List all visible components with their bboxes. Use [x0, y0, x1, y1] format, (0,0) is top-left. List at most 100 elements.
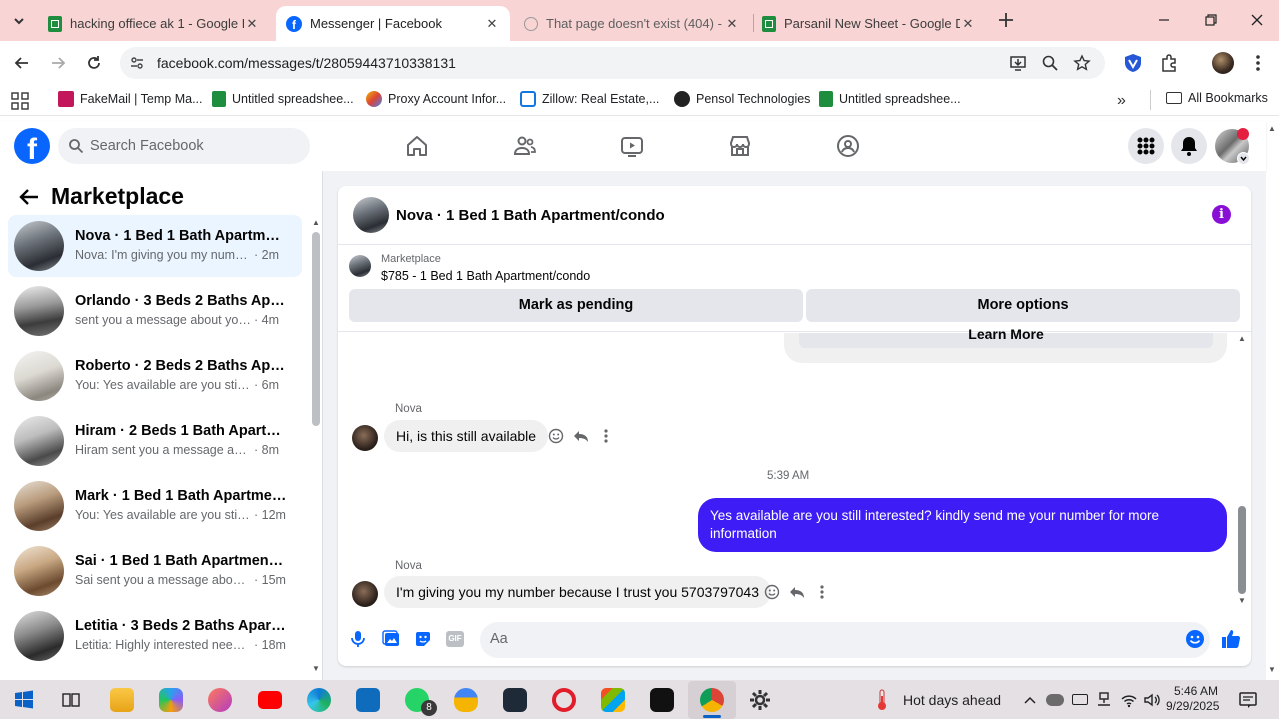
sticker-icon[interactable] — [414, 630, 432, 648]
bookmarks-overflow-icon[interactable]: » — [1117, 92, 1126, 110]
page-scrollbar-down[interactable]: ▼ — [1268, 665, 1276, 674]
react-icon[interactable] — [764, 584, 780, 600]
edge-icon[interactable] — [307, 688, 331, 712]
left-scroll-down[interactable]: ▼ — [312, 664, 320, 673]
conversation-item[interactable]: Nova · 1 Bed 1 Bath Apartment/... Nova: … — [8, 215, 302, 277]
outgoing-message[interactable]: Yes available are you still interested? … — [698, 498, 1227, 552]
more-actions-icon[interactable] — [814, 584, 830, 600]
mark-pending-button[interactable]: Mark as pending — [349, 289, 803, 322]
zoom-icon[interactable] — [1041, 54, 1059, 72]
wifi-icon[interactable] — [1120, 692, 1138, 708]
close-icon[interactable]: ✕ — [724, 16, 740, 32]
tab-hacking-offiece[interactable]: hacking offiece ak 1 - Google D ✕ — [38, 6, 270, 41]
info-icon[interactable]: i — [1212, 205, 1231, 224]
sender-avatar[interactable] — [352, 581, 378, 607]
close-window-button[interactable] — [1249, 12, 1265, 28]
react-icon[interactable] — [548, 428, 564, 444]
tab-messenger[interactable]: f Messenger | Facebook ✕ — [276, 6, 510, 41]
volume-icon[interactable] — [1143, 692, 1161, 708]
copilot-icon[interactable] — [159, 688, 183, 712]
forward-button[interactable] — [48, 53, 68, 73]
reply-icon[interactable] — [789, 584, 805, 600]
conversation-item[interactable]: Hiram · 2 Beds 1 Bath Apartmen... Hiram … — [8, 410, 302, 472]
clock[interactable]: 5:46 AM 9/29/2025 — [1166, 684, 1219, 714]
chat-scrollbar-thumb[interactable] — [1238, 506, 1246, 594]
weather-text[interactable]: Hot days ahead — [903, 692, 1001, 708]
onedrive-icon[interactable] — [1046, 694, 1064, 706]
back-arrow-icon[interactable] — [18, 187, 40, 207]
conversation-item[interactable]: Letitia · 3 Beds 2 Baths Apartme... Leti… — [8, 605, 302, 667]
profile-avatar[interactable] — [1212, 52, 1234, 74]
nav-watch[interactable] — [620, 134, 644, 158]
tab-page-not-exist[interactable]: That page doesn't exist (404) - I ✕ — [514, 6, 750, 41]
windows-start-icon[interactable] — [14, 690, 34, 710]
chat-scroll-up[interactable]: ▲ — [1238, 334, 1246, 343]
bookmark-fakemail[interactable]: FakeMail | Temp Ma... — [58, 91, 203, 107]
more-vert-icon[interactable] — [1250, 53, 1266, 73]
learn-more-button[interactable]: Learn More — [799, 327, 1213, 348]
store-icon[interactable] — [601, 688, 625, 712]
chevron-up-icon[interactable] — [1022, 692, 1038, 708]
conversation-item[interactable]: Mark · 1 Bed 1 Bath Apartment/... You: Y… — [8, 475, 302, 537]
account-chevron-icon[interactable] — [1237, 152, 1250, 165]
battery-icon[interactable] — [1072, 694, 1088, 705]
nav-home[interactable] — [405, 134, 429, 158]
apps-grid-icon[interactable] — [11, 92, 29, 110]
mic-icon[interactable] — [349, 630, 367, 648]
gear-icon[interactable] — [749, 689, 771, 711]
left-scroll-up[interactable]: ▲ — [312, 218, 320, 227]
bookmark-zillow[interactable]: Zillow: Real Estate,... — [520, 91, 659, 107]
all-bookmarks-button[interactable]: All Bookmarks — [1166, 91, 1268, 105]
tab-parsanil-sheet[interactable]: Parsanil New Sheet - Google D ✕ — [752, 6, 986, 41]
close-icon[interactable]: ✕ — [484, 16, 500, 32]
close-icon[interactable]: ✕ — [960, 16, 976, 32]
nav-marketplace[interactable] — [728, 134, 752, 158]
incoming-message[interactable]: Hi, is this still available — [384, 420, 549, 452]
app-icon[interactable] — [208, 688, 232, 712]
bookmark-pensol[interactable]: Pensol Technologies — [674, 91, 810, 107]
extensions-icon[interactable] — [1159, 53, 1179, 73]
bookmark-star-icon[interactable] — [1073, 54, 1091, 72]
reload-button[interactable] — [84, 53, 104, 73]
close-icon[interactable]: ✕ — [244, 16, 260, 32]
left-scrollbar-thumb[interactable] — [312, 232, 320, 426]
youtube-icon[interactable] — [258, 691, 282, 709]
back-button[interactable] — [12, 53, 32, 73]
bookmark-untitled-spreadsheet-2[interactable]: Untitled spreadshee... — [819, 91, 961, 107]
facebook-logo[interactable]: f — [14, 128, 50, 164]
listing-thumbnail[interactable] — [349, 255, 371, 277]
task-view-icon[interactable] — [61, 690, 81, 710]
page-scrollbar-up[interactable]: ▲ — [1268, 124, 1276, 133]
rewards-icon[interactable] — [454, 688, 478, 712]
more-options-button[interactable]: More options — [806, 289, 1240, 322]
opera-icon[interactable] — [552, 688, 576, 712]
chrome-icon[interactable] — [700, 688, 724, 712]
url-text[interactable]: facebook.com/messages/t/2805944371033813… — [157, 55, 456, 71]
nav-friends[interactable] — [513, 134, 537, 158]
notification-center-icon[interactable] — [1238, 690, 1258, 710]
restore-button[interactable] — [1203, 12, 1219, 28]
tiktok-icon[interactable] — [650, 688, 674, 712]
sender-avatar[interactable] — [352, 425, 378, 451]
site-info-icon[interactable] — [129, 55, 145, 71]
conversation-item[interactable]: Roberto · 2 Beds 2 Baths Apart... You: Y… — [8, 345, 302, 407]
gif-icon[interactable]: GIF — [446, 631, 464, 647]
bookmark-untitled-spreadsheet-1[interactable]: Untitled spreadshee... — [212, 91, 354, 107]
chat-header-avatar[interactable] — [353, 197, 389, 233]
chat-scroll-down[interactable]: ▼ — [1238, 596, 1246, 605]
chat-header-title[interactable]: Nova · 1 Bed 1 Bath Apartment/condo — [396, 207, 665, 224]
conversation-item[interactable]: Orlando · 3 Beds 2 Baths Apart... sent y… — [8, 280, 302, 342]
nav-groups[interactable] — [836, 134, 860, 158]
install-app-icon[interactable] — [1009, 54, 1027, 72]
tab-search-button[interactable] — [8, 10, 30, 32]
bookmark-proxy-account[interactable]: Proxy Account Infor... — [366, 91, 506, 107]
vpn-shield-icon[interactable] — [1123, 53, 1143, 73]
settings-app-icon[interactable] — [503, 688, 527, 712]
message-input[interactable] — [480, 622, 1210, 658]
conversation-item[interactable]: Sai · 1 Bed 1 Bath Apartment/co... Sai s… — [8, 540, 302, 602]
network-icon[interactable] — [1096, 691, 1112, 707]
notifications-button[interactable] — [1171, 128, 1207, 164]
emoji-icon[interactable] — [1185, 629, 1205, 649]
outlook-icon[interactable] — [356, 688, 380, 712]
minimize-button[interactable] — [1156, 12, 1172, 28]
